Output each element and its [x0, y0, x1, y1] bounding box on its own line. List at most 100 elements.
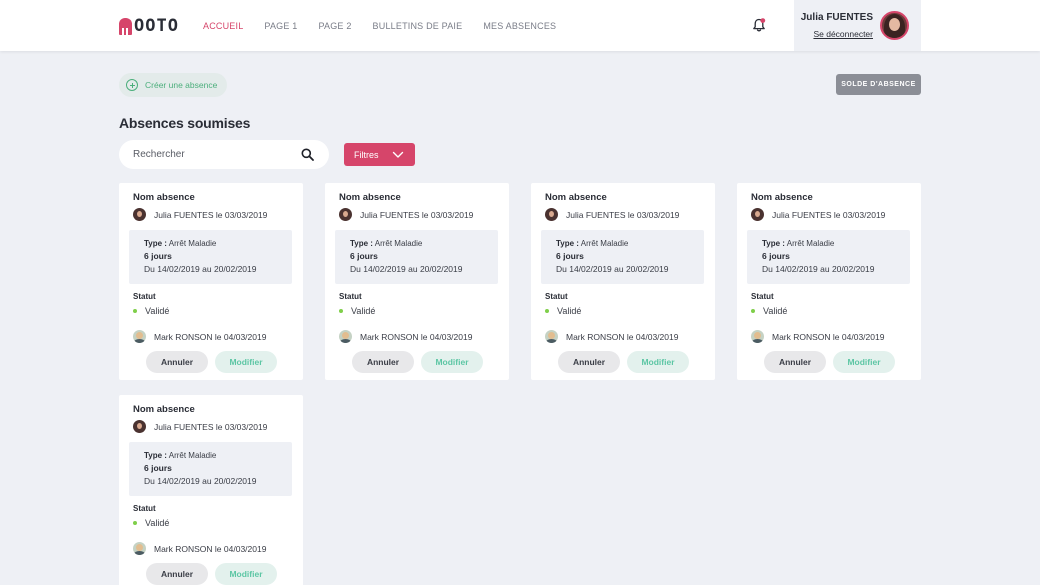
search-box — [119, 140, 329, 169]
cancel-button[interactable]: Annuler — [352, 351, 414, 373]
submitter-avatar — [133, 208, 146, 221]
main-nav: ACCUEIL PAGE 1 PAGE 2 BULLETINS DE PAIE … — [203, 0, 556, 51]
nav-item-accueil[interactable]: ACCUEIL — [203, 21, 243, 31]
absence-type: Type : Arrêt Maladie — [350, 238, 498, 249]
validator-text: Mark RONSON le 04/03/2019 — [154, 331, 267, 342]
absence-days: 6 jours — [144, 463, 172, 473]
type-label: Type : — [144, 239, 167, 248]
nav-item-bulletins-de-paie[interactable]: BULLETINS DE PAIE — [373, 21, 463, 31]
edit-button[interactable]: Modifier — [627, 351, 689, 373]
absence-days: 6 jours — [556, 251, 584, 261]
status-dot-icon — [133, 309, 137, 313]
submitter-avatar — [133, 420, 146, 433]
search-icon[interactable] — [301, 148, 314, 161]
absence-name: Nom absence — [545, 192, 607, 203]
absence-type: Type : Arrêt Maladie — [556, 238, 704, 249]
status-value: Validé — [557, 306, 582, 316]
nav-item-mes-absences[interactable]: MES ABSENCES — [483, 21, 556, 31]
plus-circle-icon — [126, 79, 138, 91]
absence-card: Nom absence Julia FUENTES le 03/03/2019 … — [737, 183, 921, 380]
submitter-text: Julia FUENTES le 03/03/2019 — [154, 209, 268, 220]
validator-row: Mark RONSON le 04/03/2019 — [751, 330, 884, 343]
absence-days: 6 jours — [144, 251, 172, 261]
filters-label: Filtres — [354, 149, 379, 160]
create-absence-label: Créer une absence — [145, 80, 218, 90]
submitter-row: Julia FUENTES le 03/03/2019 — [545, 208, 679, 221]
validator-row: Mark RONSON le 04/03/2019 — [133, 542, 266, 555]
logout-link[interactable]: Se déconnecter — [813, 29, 873, 39]
create-absence-button[interactable]: Créer une absence — [119, 73, 227, 97]
status-value: Validé — [351, 306, 376, 316]
edit-button[interactable]: Modifier — [215, 351, 277, 373]
absence-details: Type : Arrêt Maladie 6 jours Du 14/02/20… — [129, 230, 292, 284]
validator-text: Mark RONSON le 04/03/2019 — [154, 543, 267, 554]
absence-details: Type : Arrêt Maladie 6 jours Du 14/02/20… — [747, 230, 910, 284]
edit-button[interactable]: Modifier — [833, 351, 895, 373]
validator-avatar — [133, 542, 146, 555]
status-row: Validé — [751, 306, 787, 316]
edit-button[interactable]: Modifier — [215, 563, 277, 585]
absence-name: Nom absence — [751, 192, 813, 203]
validator-row: Mark RONSON le 04/03/2019 — [133, 330, 266, 343]
filters-button[interactable]: Filtres — [344, 143, 415, 166]
absence-range: Du 14/02/2019 au 20/02/2019 — [556, 264, 669, 274]
submitter-row: Julia FUENTES le 03/03/2019 — [339, 208, 473, 221]
status-dot-icon — [339, 309, 343, 313]
absence-balance-button[interactable]: SOLDE D'ABSENCE — [836, 74, 921, 95]
nav-item-page-2[interactable]: PAGE 2 — [318, 21, 351, 31]
status-label: Statut — [545, 292, 568, 301]
logo[interactable]: OOTO — [119, 16, 179, 36]
status-row: Validé — [545, 306, 581, 316]
search-input[interactable] — [133, 149, 293, 160]
type-value: Arrêt Maladie — [166, 239, 217, 248]
submitter-text: Julia FUENTES le 03/03/2019 — [360, 209, 474, 220]
type-label: Type : — [556, 239, 579, 248]
status-dot-icon — [133, 521, 137, 525]
absence-range: Du 14/02/2019 au 20/02/2019 — [144, 264, 257, 274]
cancel-button[interactable]: Annuler — [146, 563, 208, 585]
cancel-button[interactable]: Annuler — [558, 351, 620, 373]
absence-name: Nom absence — [133, 404, 195, 415]
submitter-text: Julia FUENTES le 03/03/2019 — [154, 421, 268, 432]
status-dot-icon — [751, 309, 755, 313]
submitter-text: Julia FUENTES le 03/03/2019 — [772, 209, 886, 220]
type-label: Type : — [350, 239, 373, 248]
type-value: Arrêt Maladie — [578, 239, 629, 248]
status-label: Statut — [339, 292, 362, 301]
validator-text: Mark RONSON le 04/03/2019 — [360, 331, 473, 342]
submitter-row: Julia FUENTES le 03/03/2019 — [133, 208, 267, 221]
type-label: Type : — [762, 239, 785, 248]
section-title: Absences soumises — [119, 115, 251, 131]
logo-icon — [119, 17, 132, 35]
absence-name: Nom absence — [133, 192, 195, 203]
notification-bell-icon[interactable] — [751, 17, 767, 33]
type-label: Type : — [144, 451, 167, 460]
absence-name: Nom absence — [339, 192, 401, 203]
absence-range: Du 14/02/2019 au 20/02/2019 — [762, 264, 875, 274]
validator-row: Mark RONSON le 04/03/2019 — [339, 330, 472, 343]
cancel-button[interactable]: Annuler — [764, 351, 826, 373]
validator-avatar — [751, 330, 764, 343]
absence-type: Type : Arrêt Maladie — [144, 238, 292, 249]
absence-card: Nom absence Julia FUENTES le 03/03/2019 … — [119, 395, 303, 585]
edit-button[interactable]: Modifier — [421, 351, 483, 373]
type-value: Arrêt Maladie — [372, 239, 423, 248]
validator-text: Mark RONSON le 04/03/2019 — [772, 331, 885, 342]
absence-type: Type : Arrêt Maladie — [144, 450, 292, 461]
top-header: OOTO ACCUEIL PAGE 1 PAGE 2 BULLETINS DE … — [0, 0, 1040, 51]
submitter-row: Julia FUENTES le 03/03/2019 — [133, 420, 267, 433]
user-avatar[interactable] — [880, 11, 909, 40]
absence-details: Type : Arrêt Maladie 6 jours Du 14/02/20… — [129, 442, 292, 496]
absence-days: 6 jours — [762, 251, 790, 261]
absence-card: Nom absence Julia FUENTES le 03/03/2019 … — [531, 183, 715, 380]
type-value: Arrêt Maladie — [784, 239, 835, 248]
submitter-avatar — [339, 208, 352, 221]
nav-item-page-1[interactable]: PAGE 1 — [264, 21, 297, 31]
submitter-row: Julia FUENTES le 03/03/2019 — [751, 208, 885, 221]
status-value: Validé — [145, 306, 170, 316]
cancel-button[interactable]: Annuler — [146, 351, 208, 373]
absence-range: Du 14/02/2019 au 20/02/2019 — [144, 476, 257, 486]
status-dot-icon — [545, 309, 549, 313]
validator-text: Mark RONSON le 04/03/2019 — [566, 331, 679, 342]
absence-card: Nom absence Julia FUENTES le 03/03/2019 … — [325, 183, 509, 380]
